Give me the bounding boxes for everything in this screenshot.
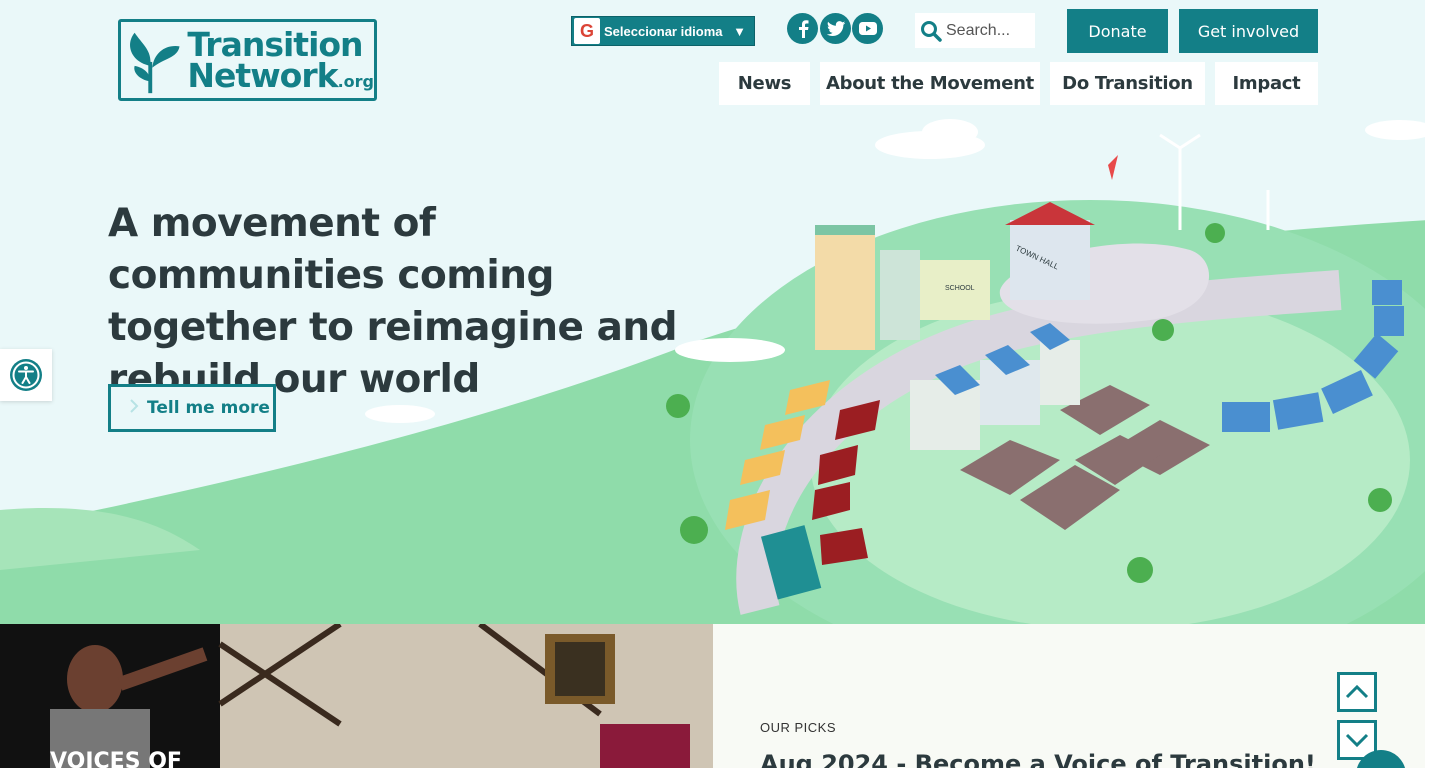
site-logo[interactable]: Transition Network.org <box>118 19 377 101</box>
photo-overlay-text: VOICES OF <box>50 749 182 768</box>
our-picks-label: OUR PICKS <box>760 720 837 735</box>
google-translate-icon: G <box>574 18 600 44</box>
youtube-link[interactable] <box>852 13 883 44</box>
get-involved-button[interactable]: Get involved <box>1179 9 1318 53</box>
search-input[interactable] <box>946 21 1034 40</box>
leaf-logo-icon <box>130 32 180 94</box>
nav-impact[interactable]: Impact <box>1215 62 1318 105</box>
nav-news[interactable]: News <box>719 62 810 105</box>
language-select[interactable]: G Seleccionar idioma ▼ <box>571 16 755 46</box>
youtube-icon <box>858 22 877 35</box>
chevron-down-icon <box>1345 733 1369 748</box>
search-box[interactable] <box>915 13 1035 48</box>
accessibility-icon <box>10 359 42 391</box>
twitter-link[interactable] <box>820 13 851 44</box>
hero-headline: A movement of communities coming togethe… <box>108 201 678 402</box>
featured-photo: VOICES OF <box>0 624 713 768</box>
chevron-up-icon <box>1345 684 1369 699</box>
school-label: SCHOOL <box>945 285 975 292</box>
kite <box>1108 155 1118 180</box>
search-icon[interactable] <box>920 20 942 42</box>
scrollbar-track[interactable] <box>1425 0 1429 768</box>
twitter-icon <box>826 21 845 36</box>
our-picks-panel: OUR PICKS Aug 2024 - Become a Voice of T… <box>713 624 1425 768</box>
facebook-icon <box>798 19 808 38</box>
nav-do-transition[interactable]: Do Transition <box>1050 62 1205 105</box>
chevron-down-icon: ▼ <box>733 23 746 39</box>
apartment-block <box>815 230 875 350</box>
chevron-right-icon <box>129 398 139 419</box>
accessibility-button[interactable] <box>0 349 52 401</box>
language-select-label: Seleccionar idioma <box>604 23 723 39</box>
our-picks-title[interactable]: Aug 2024 - Become a Voice of Transition! <box>760 750 1316 768</box>
tell-me-more-button[interactable]: Tell me more <box>108 384 276 432</box>
donate-button[interactable]: Donate <box>1067 9 1168 53</box>
logo-wordmark: Transition Network.org <box>187 27 374 95</box>
logo-suffix: .org <box>337 72 374 91</box>
nav-about-the-movement[interactable]: About the Movement <box>820 62 1040 105</box>
carousel-up-button[interactable] <box>1337 672 1377 712</box>
logo-line2: Network <box>187 56 338 95</box>
facebook-link[interactable] <box>787 13 818 44</box>
tell-me-more-label: Tell me more <box>147 398 270 418</box>
